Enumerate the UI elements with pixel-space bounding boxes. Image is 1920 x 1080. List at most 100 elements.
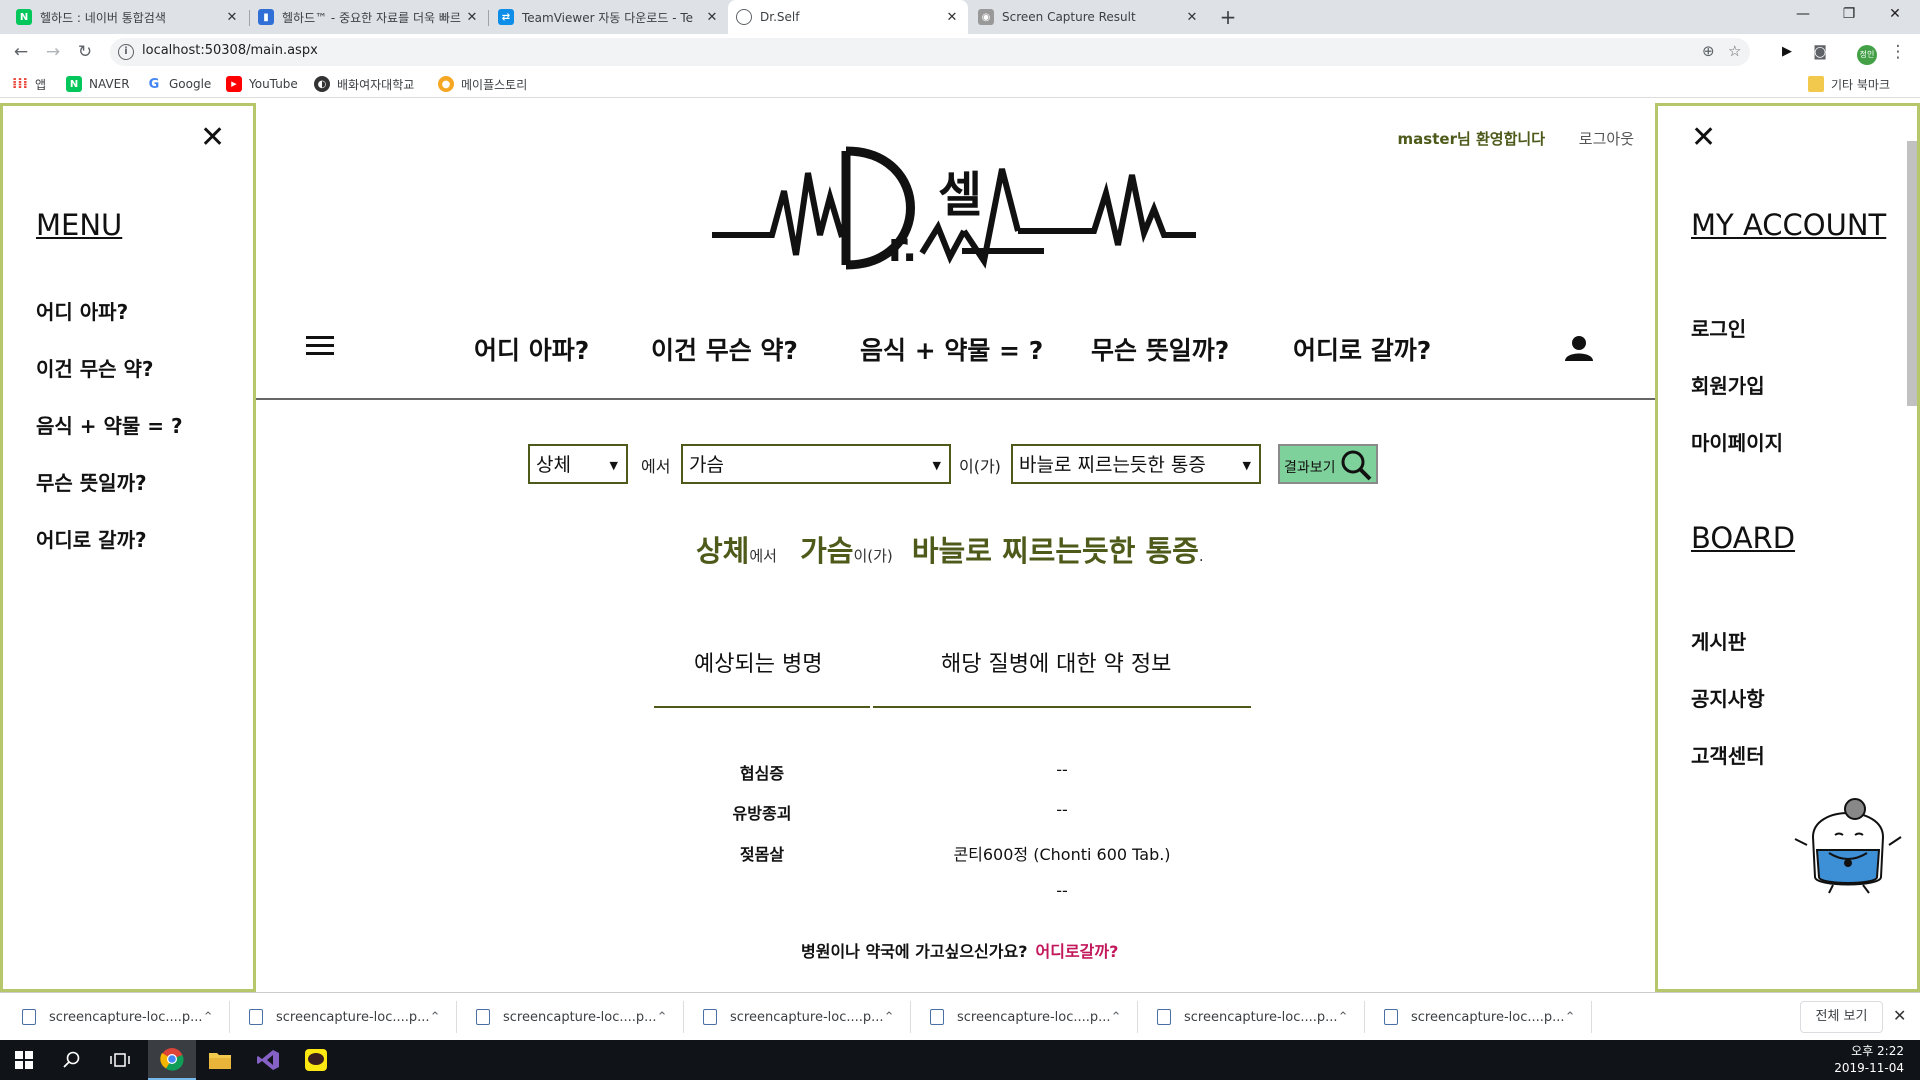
tab-drself[interactable]: Dr.Self ✕ <box>728 0 968 34</box>
hamburger-menu-icon[interactable] <box>306 336 334 356</box>
nav-meaning[interactable]: 무슨 뜻일까? <box>1091 331 1229 367</box>
scrollbar-thumb[interactable] <box>1907 141 1917 406</box>
download-item[interactable]: screencapture-loc....p... ⌃ <box>920 1003 1130 1031</box>
close-tab-icon[interactable]: ✕ <box>704 10 720 25</box>
download-item[interactable]: screencapture-loc....p... ⌃ <box>1374 1003 1584 1031</box>
visual-studio-icon[interactable] <box>244 1040 292 1080</box>
minimize-button[interactable]: — <box>1780 0 1826 30</box>
menu-heading: MENU <box>36 208 123 242</box>
download-item[interactable]: screencapture-loc....p... ⌃ <box>12 1003 222 1031</box>
show-all-downloads-button[interactable]: 전체 보기 <box>1800 1001 1883 1033</box>
task-view-icon[interactable] <box>96 1040 144 1080</box>
reload-icon[interactable]: ↻ <box>73 40 97 64</box>
menu-kebab-icon[interactable]: ⋮ <box>1886 40 1910 64</box>
star-icon[interactable]: ☆ <box>1728 42 1741 60</box>
dr-self-logo[interactable]: r. 셀 <box>712 133 1196 273</box>
chevron-up-icon[interactable]: ⌃ <box>1565 1010 1584 1025</box>
board-item-support[interactable]: 고객센터 <box>1691 740 1765 769</box>
chevron-up-icon[interactable]: ⌃ <box>1338 1010 1357 1025</box>
close-tab-icon[interactable]: ✕ <box>944 10 960 25</box>
chevron-up-icon[interactable]: ⌃ <box>657 1010 676 1025</box>
maximize-button[interactable]: ❐ <box>1826 0 1872 30</box>
profile-avatar[interactable]: 정인 <box>1855 40 1879 65</box>
kakaotalk-icon[interactable] <box>292 1040 340 1080</box>
drug-info: -- <box>1056 881 1068 900</box>
download-item[interactable]: screencapture-loc....p... ⌃ <box>693 1003 903 1031</box>
body-part-select[interactable]: 상체 ▼ <box>528 444 628 484</box>
close-account-menu-icon[interactable]: ✕ <box>1691 120 1716 155</box>
welcome-text: master님 환영합니다 <box>1397 130 1545 148</box>
download-item[interactable]: screencapture-loc....p... ⌃ <box>239 1003 449 1031</box>
chevron-up-icon[interactable]: ⌃ <box>430 1010 449 1025</box>
side-menu-item-meaning[interactable]: 무슨 뜻일까? <box>36 467 147 496</box>
search-icon[interactable] <box>48 1040 96 1080</box>
bookmark-school[interactable]: ◐ 배화여자대학교 <box>314 74 414 94</box>
nav-what-drug[interactable]: 이건 무슨 약? <box>651 331 798 367</box>
account-item-login[interactable]: 로그인 <box>1691 313 1746 342</box>
column-underline <box>873 706 1251 708</box>
close-downloads-icon[interactable]: ✕ <box>1893 1006 1906 1025</box>
file-icon <box>703 1009 717 1025</box>
windows-start-icon[interactable] <box>0 1040 48 1080</box>
bookmark-apps[interactable]: ⁞⁞⁞ 앱 <box>12 74 46 94</box>
url-text[interactable]: localhost:50308/main.aspx <box>142 43 318 58</box>
symptom-select[interactable]: 바늘로 찌르는듯한 통증 ▼ <box>1011 444 1261 484</box>
account-item-signup[interactable]: 회원가입 <box>1691 370 1765 399</box>
info-icon[interactable]: i <box>118 44 134 60</box>
close-tab-icon[interactable]: ✕ <box>464 10 480 25</box>
tab-download-page[interactable]: ▮ 헬하드™ - 중요한 자료를 더욱 빠르 ✕ <box>250 0 488 34</box>
back-icon[interactable]: ← <box>9 40 33 64</box>
disease-name[interactable]: 협심증 <box>702 760 822 784</box>
side-menu-item-where-hurt[interactable]: 어디 아파? <box>36 296 128 325</box>
user-icon[interactable] <box>1564 335 1594 361</box>
svg-text:r.: r. <box>888 225 917 271</box>
close-tab-icon[interactable]: ✕ <box>224 10 240 25</box>
my-account-heading: MY ACCOUNT <box>1691 208 1887 242</box>
zoom-icon[interactable]: ⊕ <box>1702 42 1715 60</box>
disease-name[interactable]: 유방종괴 <box>702 800 822 824</box>
system-clock[interactable]: 오후 2:22 2019-11-04 <box>1834 1043 1904 1077</box>
bookmark-google[interactable]: G Google <box>146 74 212 94</box>
side-menu-item-where-go[interactable]: 어디로 갈까? <box>36 524 147 553</box>
nav-where-hurt[interactable]: 어디 아파? <box>474 331 589 367</box>
file-explorer-icon[interactable] <box>196 1040 244 1080</box>
tab-teamviewer[interactable]: ⇄ TeamViewer 자동 다운로드 - Te ✕ <box>490 0 728 34</box>
camera-extension-icon[interactable]: ◙ <box>1808 40 1832 64</box>
view-results-button[interactable]: 결과보기 <box>1278 444 1378 484</box>
close-window-button[interactable]: ✕ <box>1872 0 1918 30</box>
close-menu-icon[interactable]: ✕ <box>200 120 225 155</box>
side-menu-item-what-drug[interactable]: 이건 무슨 약? <box>36 353 154 382</box>
youtube-icon: ▶ <box>226 76 242 92</box>
new-tab-button[interactable]: + <box>1215 4 1241 30</box>
forward-icon[interactable]: → <box>41 40 65 64</box>
download-item[interactable]: screencapture-loc....p... ⌃ <box>1147 1003 1357 1031</box>
drug-info-link[interactable]: 콘티600정 (Chonti 600 Tab.) <box>912 841 1212 865</box>
tab-naver-search[interactable]: N 헬하드 : 네이버 통합검색 ✕ <box>8 0 248 34</box>
board-item-board[interactable]: 게시판 <box>1691 626 1746 655</box>
nav-where-go[interactable]: 어디로 갈까? <box>1293 331 1431 367</box>
bookmark-maplestory[interactable]: ● 메이플스토리 <box>438 74 527 94</box>
address-bar[interactable]: i localhost:50308/main.aspx ⊕ ☆ <box>110 38 1750 66</box>
bookmark-youtube[interactable]: ▶ YouTube <box>226 74 298 94</box>
account-item-mypage[interactable]: 마이페이지 <box>1691 427 1783 456</box>
side-menu-item-food-drug[interactable]: 음식 + 약물 = ? <box>36 410 183 439</box>
disease-name[interactable]: 젖몸살 <box>702 841 822 865</box>
chevron-up-icon[interactable]: ⌃ <box>203 1010 222 1025</box>
chevron-up-icon[interactable]: ⌃ <box>884 1010 903 1025</box>
location-select[interactable]: 가슴 ▼ <box>681 444 951 484</box>
logout-link[interactable]: 로그아웃 <box>1579 128 1634 149</box>
chevron-up-icon[interactable]: ⌃ <box>1111 1010 1130 1025</box>
extension-icon[interactable]: ▶ <box>1775 40 1799 64</box>
download-item[interactable]: screencapture-loc....p... ⌃ <box>466 1003 676 1031</box>
maple-icon: ● <box>438 76 454 92</box>
tab-screen-capture[interactable]: ◉ Screen Capture Result ✕ <box>970 0 1208 34</box>
where-to-go-link[interactable]: 어디로갈까? <box>1036 942 1119 961</box>
browser-toolbar: ← → ↻ i localhost:50308/main.aspx ⊕ ☆ ▶ … <box>0 34 1920 70</box>
chrome-icon[interactable] <box>148 1040 196 1080</box>
bookmark-other[interactable]: 기타 북마크 <box>1808 74 1890 94</box>
bookmark-naver[interactable]: N NAVER <box>66 74 130 94</box>
close-tab-icon[interactable]: ✕ <box>1184 10 1200 25</box>
board-item-notice[interactable]: 공지사항 <box>1691 683 1765 712</box>
nav-food-drug[interactable]: 음식 + 약물 = ? <box>860 331 1043 367</box>
doctor-mascot-image <box>1794 798 1902 894</box>
